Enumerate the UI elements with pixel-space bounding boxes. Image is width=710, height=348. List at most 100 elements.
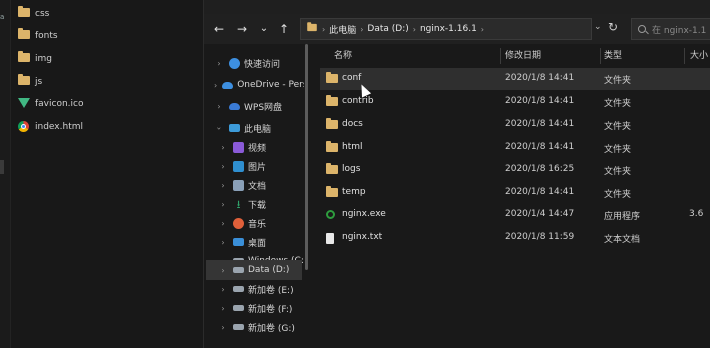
file-type: 文件夹 [604,99,632,109]
file-date: 2020/1/8 16:25 [505,164,575,174]
tree-item-index-html[interactable]: index.html [18,118,83,136]
nav-item-drive-f[interactable]: › 新加卷 (F:) [204,298,304,318]
nav-item-desktop[interactable]: › 桌面 [204,232,304,252]
breadcrumb-separator: › [480,24,484,34]
refresh-icon: ↻ [608,20,619,34]
chevron-right-icon[interactable]: › [218,181,228,190]
drive-icon [233,324,244,330]
title-strip [204,0,710,14]
text-file-icon [326,233,334,247]
file-row-docs[interactable]: docs 2020/1/8 14:41 文件夹 [320,114,710,136]
file-date: 2020/1/8 14:41 [505,73,575,83]
nav-item-label: 文档 [248,181,267,192]
cloud-icon [222,81,234,89]
nav-item-onedrive[interactable]: › OneDrive - Personal [204,75,304,95]
up-button[interactable]: ↑ [277,22,291,36]
chevron-down-icon[interactable]: › [215,123,224,133]
chevron-right-icon[interactable]: › [218,304,228,313]
chevron-right-icon[interactable]: › [218,200,228,209]
scrollbar-thumb[interactable] [305,44,308,270]
nav-item-drive-d[interactable]: › Data (D:) [206,260,302,280]
search-input[interactable]: 在 nginx-1.1 [631,18,710,40]
file-row-nginx-exe[interactable]: nginx.exe 2020/1/4 14:47 应用程序 3.6 [320,204,710,226]
back-button[interactable]: ← [212,22,226,36]
chevron-right-icon[interactable]: › [218,266,228,275]
star-icon [229,57,240,69]
file-type: 文件夹 [604,190,632,200]
tree-item-favicon[interactable]: favicon.ico [18,95,84,113]
nav-item-label: 桌面 [248,238,267,249]
file-size: 3.6 [689,209,704,219]
chevron-right-icon[interactable]: › [218,143,228,152]
file-row-html[interactable]: html 2020/1/8 14:41 文件夹 [320,137,710,159]
file-type: 文件夹 [604,167,632,177]
music-icon [233,217,244,229]
chevron-right-icon[interactable]: › [214,102,224,111]
recent-locations-button[interactable]: ⌄ [257,22,271,36]
nav-item-drive-g[interactable]: › 新加卷 (G:) [204,317,304,337]
address-bar[interactable]: › 此电脑 › Data (D:) › nginx-1.16.1 › [300,18,592,40]
column-header-type[interactable]: 类型 [604,48,622,64]
nav-item-label: Data (D:) [248,265,290,275]
file-date: 2020/1/8 14:41 [505,187,575,197]
chevron-right-icon[interactable]: › [214,59,224,68]
file-row-logs[interactable]: logs 2020/1/8 16:25 文件夹 [320,159,710,181]
breadcrumb-nginx[interactable]: nginx-1.16.1 [420,24,477,34]
nav-item-videos[interactable]: › 视频 [204,137,304,157]
arrow-right-icon: → [236,22,248,36]
nav-item-this-pc[interactable]: › 此电脑 [204,118,304,138]
column-header-name[interactable]: 名称 [334,48,352,64]
tree-item-fonts[interactable]: fonts [18,27,58,45]
gutter-marker [0,160,4,174]
nav-item-downloads[interactable]: › ⭳ 下载 [204,194,304,214]
breadcrumb-this-pc[interactable]: 此电脑 [329,23,356,36]
column-header-size[interactable]: 大小 [690,48,708,64]
column-header-date[interactable]: 修改日期 [505,48,541,64]
nav-item-label: 新加卷 (F:) [248,304,293,315]
nav-item-documents[interactable]: › 文档 [204,175,304,195]
chevron-right-icon[interactable]: › [218,285,228,294]
nav-item-label: 新加卷 (G:) [248,323,295,334]
nav-item-quick-access[interactable]: › 快速访问 [204,53,304,73]
chevron-right-icon[interactable]: › [218,238,228,247]
chevron-down-icon: ⌄ [259,23,269,34]
column-divider[interactable] [600,48,601,64]
refresh-button[interactable]: ↻ [608,20,618,34]
nav-item-drive-e[interactable]: › 新加卷 (E:) [204,279,304,299]
folder-icon [326,141,338,155]
tree-item-css[interactable]: css [18,5,49,23]
forward-button[interactable]: → [235,22,249,36]
chevron-right-icon[interactable]: › [218,323,228,332]
nav-item-label: 下载 [248,200,267,211]
chevron-right-icon[interactable]: › [218,162,228,171]
chrome-icon [18,121,30,133]
file-type: 文件夹 [604,76,632,86]
file-row-contrib[interactable]: contrib 2020/1/8 14:41 文件夹 [320,91,710,113]
nav-item-label: WPS网盘 [244,102,283,113]
breadcrumb-data-drive[interactable]: Data (D:) [367,24,408,34]
nav-item-wps[interactable]: › WPS网盘 [204,96,304,116]
address-history-button[interactable]: ⌄ [594,22,602,32]
arrow-up-icon: ↑ [278,22,290,36]
file-explorer-window: ← → ⌄ ↑ › 此电脑 › Data (D:) › nginx-1.16.1… [203,0,710,348]
desktop-icon [233,238,244,246]
tree-item-js[interactable]: js [18,73,42,91]
chevron-right-icon[interactable]: › [218,219,228,228]
file-row-temp[interactable]: temp 2020/1/8 14:41 文件夹 [320,182,710,204]
nav-item-music[interactable]: › 音乐 [204,213,304,233]
nav-item-label: 图片 [248,162,267,173]
file-date: 2020/1/8 14:41 [505,119,575,129]
file-date: 2020/1/8 14:41 [505,142,575,152]
file-name: temp [342,187,366,197]
video-icon [233,141,244,153]
file-type: 文本文档 [604,235,641,245]
column-divider[interactable] [500,48,501,64]
file-row-conf[interactable]: conf 2020/1/8 14:41 文件夹 [320,68,710,90]
file-row-nginx-txt[interactable]: nginx.txt 2020/1/8 11:59 文本文档 [320,227,710,249]
column-divider[interactable] [684,48,685,64]
tree-item-img[interactable]: img [18,50,52,68]
chevron-right-icon[interactable]: › [214,81,217,90]
nav-item-pictures[interactable]: › 图片 [204,156,304,176]
folder-icon [326,72,338,86]
navigation-scrollbar[interactable] [304,44,310,324]
